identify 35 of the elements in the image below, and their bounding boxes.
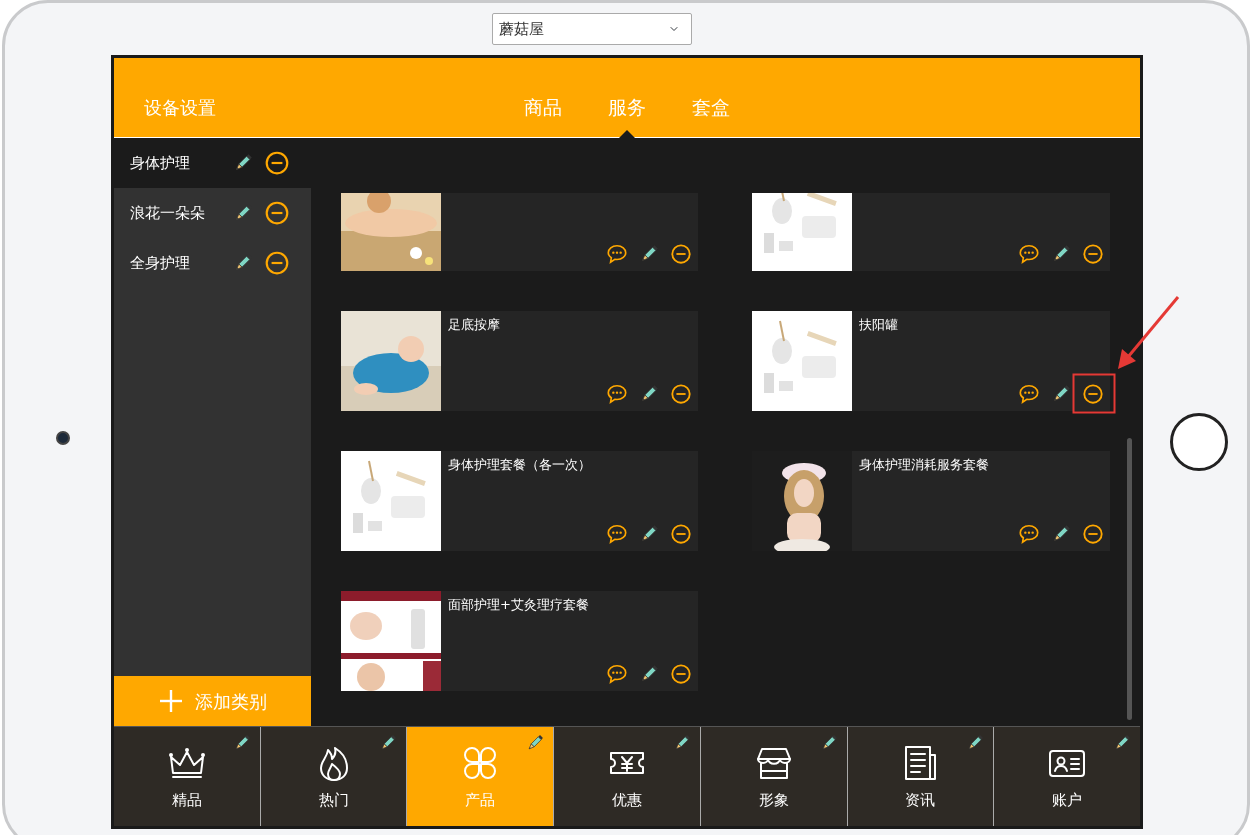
- remove-icon[interactable]: [264, 150, 290, 176]
- service-title: 扶阳罐: [859, 316, 898, 334]
- remove-icon[interactable]: [1082, 523, 1104, 545]
- category-item[interactable]: 全身护理: [114, 238, 311, 288]
- chat-icon[interactable]: [606, 663, 628, 685]
- page-title: 设备设置: [144, 96, 217, 120]
- annotation-box: [1072, 373, 1116, 414]
- chat-icon[interactable]: [606, 243, 628, 265]
- remove-icon[interactable]: [264, 250, 290, 276]
- remove-icon[interactable]: [670, 243, 692, 265]
- service-title: 足底按摩: [448, 316, 500, 334]
- service-title: 身体护理消耗服务套餐: [859, 456, 989, 474]
- camera-dot: [56, 431, 70, 445]
- remove-icon[interactable]: [670, 523, 692, 545]
- chat-icon[interactable]: [1018, 243, 1040, 265]
- remove-icon[interactable]: [1082, 243, 1104, 265]
- chat-icon[interactable]: [606, 523, 628, 545]
- store-select[interactable]: 蘑菇屋: [492, 13, 692, 45]
- plus-icon: [158, 689, 183, 713]
- chat-icon[interactable]: [1018, 523, 1040, 545]
- category-item[interactable]: 浪花一朵朵: [114, 188, 311, 238]
- chat-icon[interactable]: [606, 383, 628, 405]
- scrollbar-thumb[interactable]: [1127, 438, 1132, 720]
- remove-icon[interactable]: [264, 200, 290, 226]
- remove-icon[interactable]: [1082, 383, 1104, 405]
- chat-icon[interactable]: [1018, 383, 1040, 405]
- remove-icon[interactable]: [670, 383, 692, 405]
- category-label: 身体护理: [130, 152, 191, 174]
- remove-icon[interactable]: [670, 663, 692, 685]
- service-title: 身体护理套餐（各一次）: [448, 456, 591, 474]
- category-label: 全身护理: [130, 252, 191, 274]
- home-button[interactable]: [1170, 413, 1228, 471]
- category-item[interactable]: 身体护理: [114, 138, 311, 188]
- category-label: 浪花一朵朵: [130, 202, 206, 224]
- service-title: 面部护理+艾灸理疗套餐: [448, 596, 589, 614]
